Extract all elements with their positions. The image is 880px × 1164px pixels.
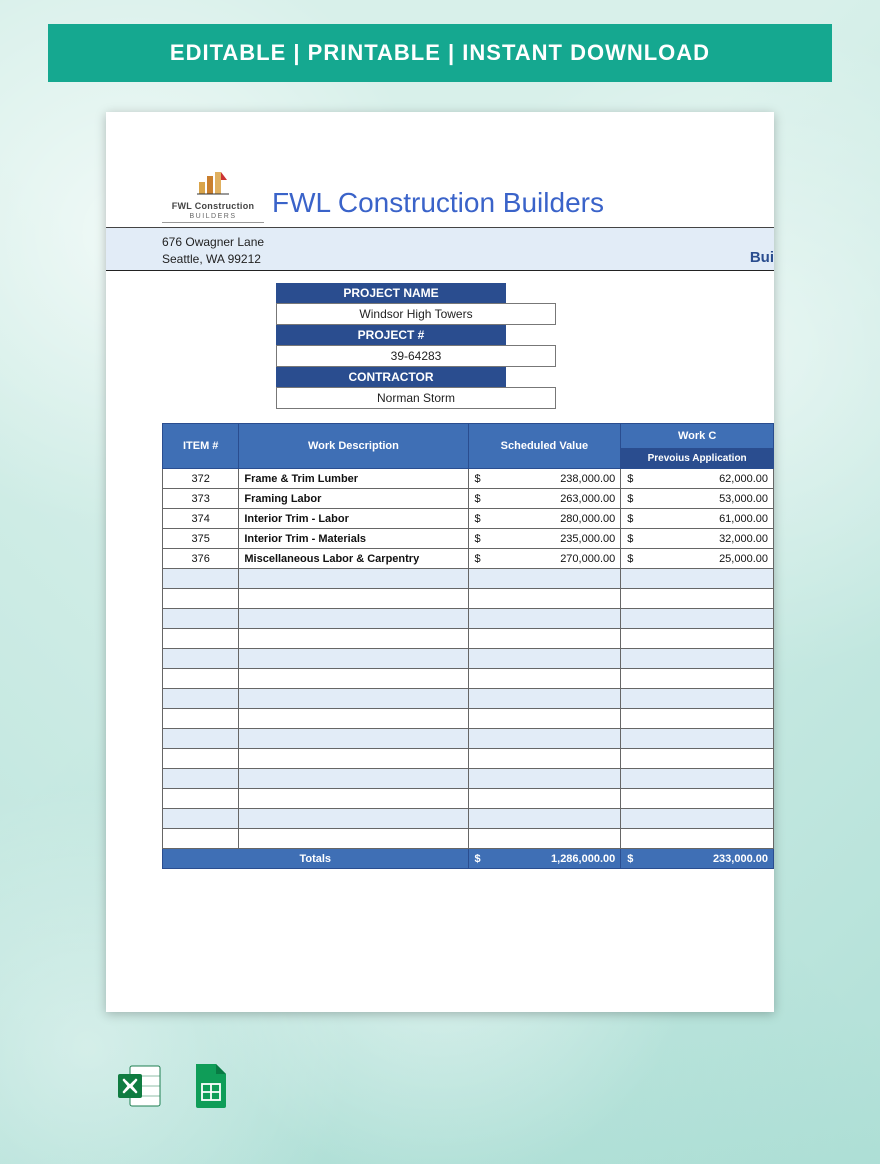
table-row-empty	[163, 609, 774, 629]
desc-cell: Framing Labor	[239, 489, 468, 509]
project-name-value: Windsor High Towers	[276, 303, 556, 325]
feature-banner: EDITABLE | PRINTABLE | INSTANT DOWNLOAD	[48, 24, 832, 82]
company-title: FWL Construction Builders	[272, 187, 604, 223]
col-item: ITEM #	[163, 424, 239, 469]
table-row-empty	[163, 729, 774, 749]
desc-cell: Miscellaneous Labor & Carpentry	[239, 549, 468, 569]
table-row-empty	[163, 689, 774, 709]
currency-cell: $263,000.00	[468, 489, 621, 509]
table-row-empty	[163, 749, 774, 769]
currency-cell: $61,000.00	[621, 509, 774, 529]
project-number-label: PROJECT #	[276, 325, 506, 345]
contractor-value: Norman Storm	[276, 387, 556, 409]
logo-text-line1: FWL Construction	[172, 201, 255, 211]
col-desc: Work Description	[239, 424, 468, 469]
desc-cell: Frame & Trim Lumber	[239, 469, 468, 489]
item-cell: 374	[163, 509, 239, 529]
currency-cell: $53,000.00	[621, 489, 774, 509]
contractor-label: CONTRACTOR	[276, 367, 506, 387]
currency-cell: $270,000.00	[468, 549, 621, 569]
desc-cell: Interior Trim - Labor	[239, 509, 468, 529]
address-line-1: 676 Owagner Lane	[162, 234, 774, 251]
schedule-table: ITEM # Work Description Scheduled Value …	[162, 423, 774, 869]
item-cell: 375	[163, 529, 239, 549]
item-cell: 376	[163, 549, 239, 569]
table-row: 375Interior Trim - Materials$235,000.00$…	[163, 529, 774, 549]
col-scheduled: Scheduled Value	[468, 424, 621, 469]
project-info-block: PROJECT NAME Windsor High Towers PROJECT…	[276, 283, 556, 409]
currency-cell: $1,286,000.00	[468, 849, 621, 869]
table-row-empty	[163, 649, 774, 669]
building-icon	[193, 168, 233, 196]
table-row-empty	[163, 769, 774, 789]
table-row-empty	[163, 669, 774, 689]
table-row-empty	[163, 709, 774, 729]
currency-cell: $280,000.00	[468, 509, 621, 529]
table-row: 374Interior Trim - Labor$280,000.00$61,0…	[163, 509, 774, 529]
right-cutoff-text: Bui	[750, 249, 774, 266]
table-row-empty	[163, 589, 774, 609]
document-page: FWL Construction BUILDERS FWL Constructi…	[106, 112, 774, 1012]
table-row-empty	[163, 809, 774, 829]
project-number-value: 39-64283	[276, 345, 556, 367]
item-cell: 373	[163, 489, 239, 509]
currency-cell: $238,000.00	[468, 469, 621, 489]
excel-icon[interactable]	[116, 1062, 164, 1110]
currency-cell: $235,000.00	[468, 529, 621, 549]
currency-cell: $32,000.00	[621, 529, 774, 549]
address-line-2: Seattle, WA 99212	[162, 251, 774, 268]
currency-cell: $25,000.00	[621, 549, 774, 569]
format-icons-row	[116, 1062, 234, 1110]
project-name-label: PROJECT NAME	[276, 283, 506, 303]
logo-text-line2: BUILDERS	[162, 213, 264, 220]
table-row-empty	[163, 569, 774, 589]
table-row-empty	[163, 829, 774, 849]
col-work-group: Work C	[621, 424, 774, 449]
table-row: 372Frame & Trim Lumber$238,000.00$62,000…	[163, 469, 774, 489]
table-row-empty	[163, 789, 774, 809]
google-sheets-icon[interactable]	[186, 1062, 234, 1110]
currency-cell: $233,000.00	[621, 849, 774, 869]
table-row: 376Miscellaneous Labor & Carpentry$270,0…	[163, 549, 774, 569]
item-cell: 372	[163, 469, 239, 489]
totals-row: Totals$1,286,000.00$233,000.00	[163, 849, 774, 869]
col-prev-app: Prevoius Application	[621, 449, 774, 469]
document-header: FWL Construction BUILDERS FWL Constructi…	[106, 168, 774, 227]
address-band: 676 Owagner Lane Seattle, WA 99212 Bui	[106, 227, 774, 271]
currency-cell: $62,000.00	[621, 469, 774, 489]
table-row-empty	[163, 629, 774, 649]
company-logo: FWL Construction BUILDERS	[162, 168, 264, 223]
desc-cell: Interior Trim - Materials	[239, 529, 468, 549]
table-row: 373Framing Labor$263,000.00$53,000.00	[163, 489, 774, 509]
